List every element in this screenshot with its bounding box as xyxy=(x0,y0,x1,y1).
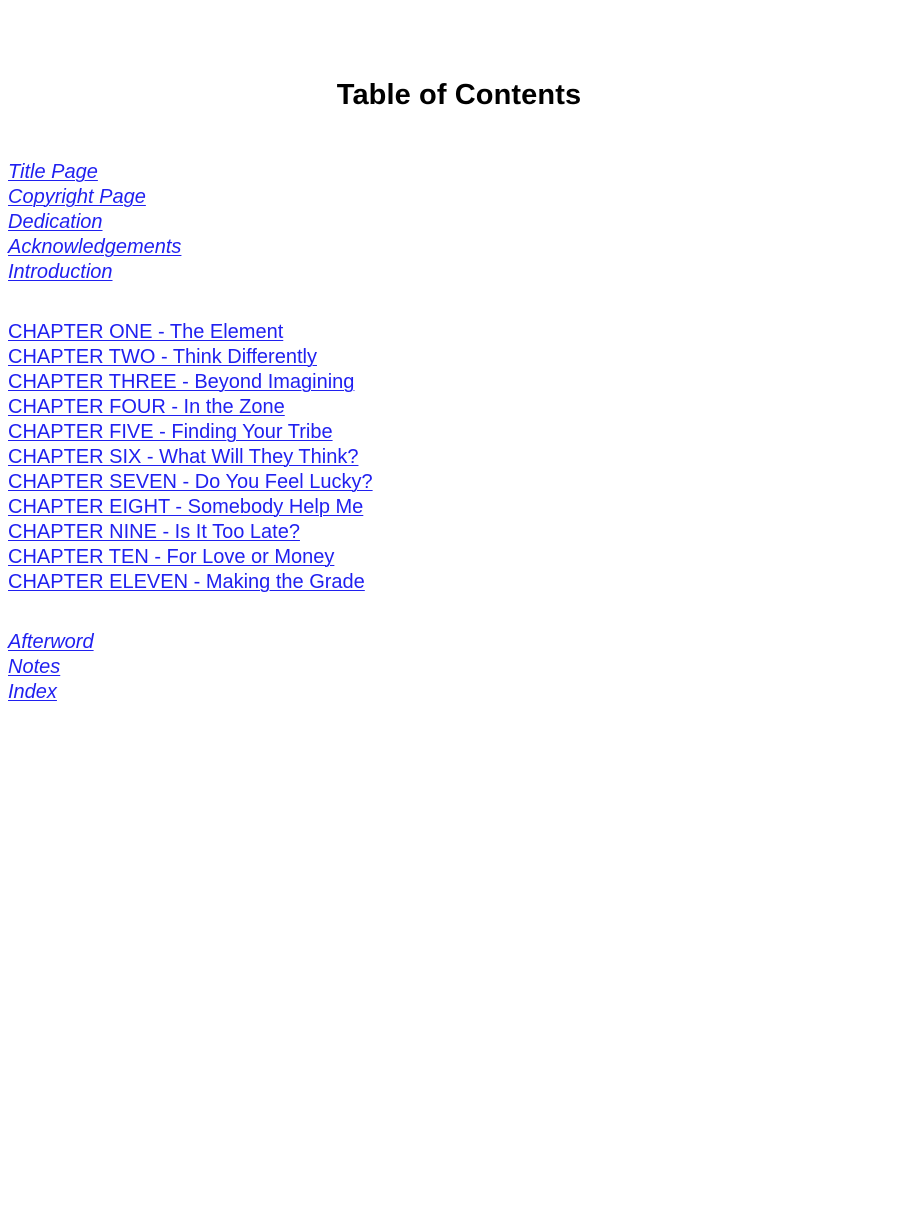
toc-link[interactable]: CHAPTER ONE - The Element xyxy=(8,320,283,345)
table-of-contents-list: Title Page Copyright Page Dedication Acknow… xyxy=(8,160,868,705)
document-page: Table of Contents Title Page Copyright Pa… xyxy=(0,0,920,1228)
toc-group-chapters: CHAPTER ONE - The Element CHAPTER TWO - T… xyxy=(8,320,868,595)
toc-link[interactable]: CHAPTER SIX - What Will They Think? xyxy=(8,445,358,470)
toc-link[interactable]: CHAPTER FIVE - Finding Your Tribe xyxy=(8,420,333,445)
toc-link[interactable]: Acknowledgements xyxy=(8,235,181,260)
page-title: Table of Contents xyxy=(336,79,582,112)
toc-link[interactable]: Afterword xyxy=(8,630,94,655)
toc-link[interactable]: Title Page xyxy=(8,160,98,185)
toc-link[interactable]: CHAPTER TWO - Think Differently xyxy=(8,345,317,370)
toc-link[interactable]: Notes xyxy=(8,655,60,680)
toc-link[interactable]: CHAPTER FOUR - In the Zone xyxy=(8,395,285,420)
toc-group-back-matter: Afterword Notes Index xyxy=(8,630,868,705)
toc-link[interactable]: CHAPTER ELEVEN - Making the Grade xyxy=(8,570,365,595)
toc-link[interactable]: Introduction xyxy=(8,260,113,285)
toc-link[interactable]: CHAPTER EIGHT - Somebody Help Me xyxy=(8,495,363,520)
toc-group-front-matter: Title Page Copyright Page Dedication Acknow… xyxy=(8,160,868,285)
toc-link[interactable]: CHAPTER THREE - Beyond Imagining xyxy=(8,370,354,395)
toc-link[interactable]: Copyright Page xyxy=(8,185,146,210)
toc-link[interactable]: CHAPTER TEN - For Love or Money xyxy=(8,545,334,570)
toc-link[interactable]: CHAPTER NINE - Is It Too Late? xyxy=(8,520,300,545)
toc-link[interactable]: CHAPTER SEVEN - Do You Feel Lucky? xyxy=(8,470,373,495)
toc-link[interactable]: Index xyxy=(8,680,57,705)
toc-link[interactable]: Dedication xyxy=(8,210,103,235)
